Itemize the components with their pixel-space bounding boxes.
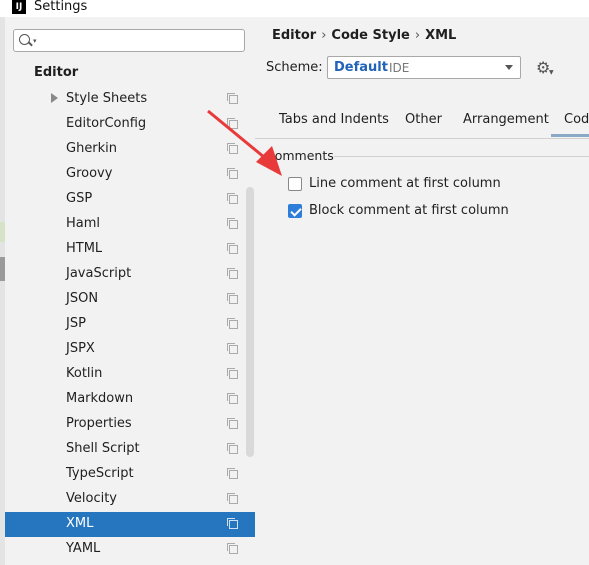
arrow-head [256,146,282,176]
arrow-shaft [207,109,271,164]
arrow-annotation [207,109,282,176]
